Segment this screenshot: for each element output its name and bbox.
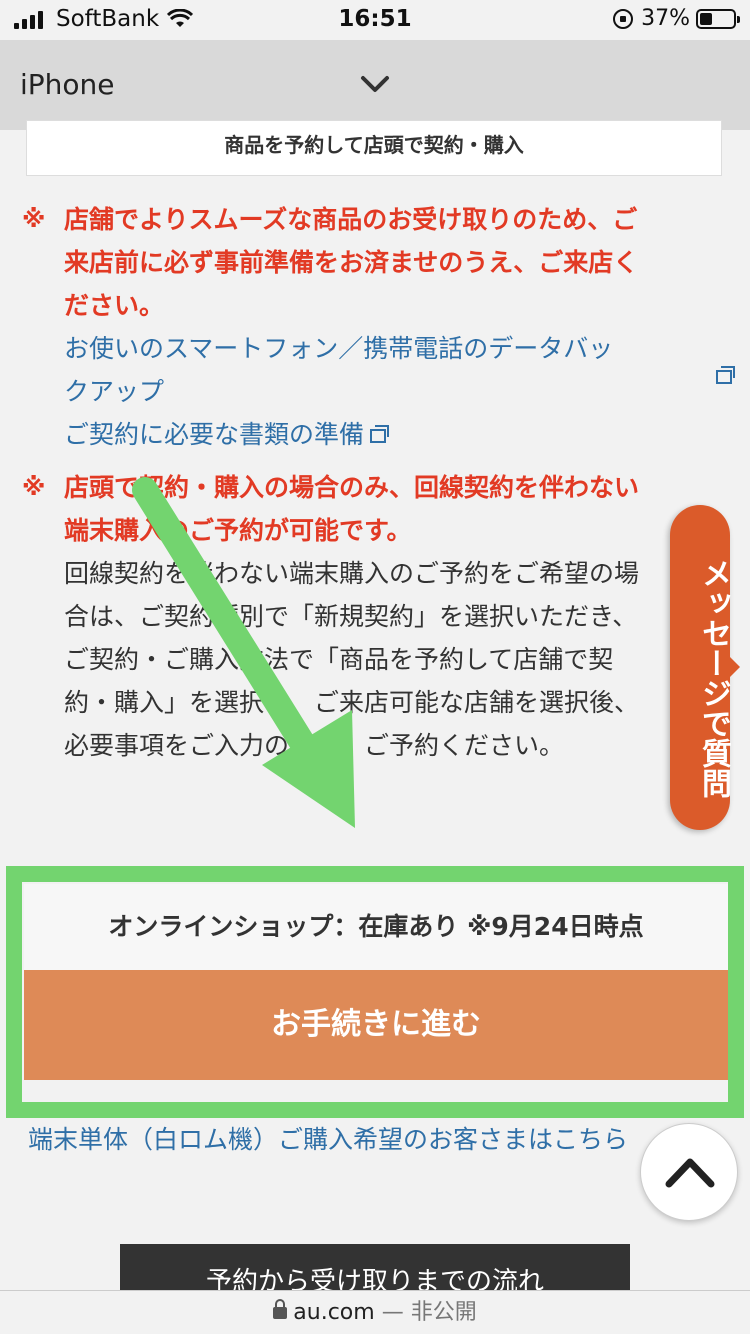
- notice-body: 回線契約を伴わない端末購入のご予約をご希望の場 合は、ご契約種別で「新規契約」を…: [22, 552, 722, 767]
- page-title: iPhone: [20, 68, 115, 101]
- body-line: ご契約・ご購入方法で「商品を予約して店舗で契: [64, 645, 614, 674]
- lock-icon: [273, 1299, 288, 1319]
- notice-line: 店舗でよりスムーズな商品のお受け取りのため、ご: [64, 205, 638, 234]
- notice-text: 店舗でよりスムーズな商品のお受け取りのため、ご 来店前に必ず事前準備をお済ませの…: [22, 198, 722, 327]
- notice-line: ださい。: [64, 291, 165, 320]
- chevron-down-icon[interactable]: [360, 74, 390, 94]
- url-bar[interactable]: au.com — 非公開: [0, 1290, 750, 1334]
- device-only-purchase-link[interactable]: 端末単体（白ロム機）ご購入希望のお客さまはこちら: [28, 1120, 728, 1160]
- body-line: 必要事項をご入力のうえ、ご予約ください。: [64, 731, 565, 760]
- external-link-icon: [370, 425, 390, 443]
- notice-text: 店頭で契約・購入の場合のみ、回線契約を伴わない 端末購入のご予約が可能です。: [22, 466, 722, 552]
- stock-status: オンラインショップ：在庫あり ※9月24日時点: [24, 884, 728, 970]
- link-label: 端末単体（白ロム機）ご購入希望のお客さまはこちら: [28, 1125, 629, 1154]
- battery-icon: [696, 8, 740, 29]
- notice-mark: ※: [22, 205, 46, 233]
- status-right: 37%: [613, 6, 740, 31]
- scroll-to-top-button[interactable]: [640, 1123, 738, 1221]
- proceed-button[interactable]: お手続きに進む: [24, 970, 728, 1080]
- option-label: 商品を予約して店頭で契約・購入: [224, 133, 524, 157]
- notice-preparation: ※ 店舗でよりスムーズな商品のお受け取りのため、ご 来店前に必ず事前準備をお済ま…: [22, 198, 722, 456]
- notice-line: 来店前に必ず事前準備をお済ませのうえ、ご来店く: [64, 248, 639, 277]
- product-header[interactable]: iPhone: [0, 40, 750, 130]
- notice-line: 端末購入のご予約が可能です。: [64, 516, 412, 545]
- status-bar: SoftBank 16:51 37%: [0, 0, 750, 40]
- link-label: ご契約に必要な書類の準備: [64, 420, 365, 449]
- url-privacy-status: 非公開: [410, 1300, 477, 1325]
- required-documents-link[interactable]: ご契約に必要な書類の準備: [64, 413, 722, 456]
- purchase-method-option[interactable]: 商品を予約して店頭で契約・購入: [26, 120, 722, 176]
- external-link-icon: [716, 366, 735, 384]
- rotation-lock-icon: [613, 8, 634, 29]
- data-backup-link[interactable]: お使いのスマートフォン／携帯電話のデータバッ クアップ: [64, 327, 722, 413]
- notice-line: 店頭で契約・購入の場合のみ、回線契約を伴わない: [64, 473, 640, 502]
- link-line: お使いのスマートフォン／携帯電話のデータバッ: [64, 334, 614, 363]
- notice-mark: ※: [22, 473, 46, 501]
- body-line: 合は、ご契約種別で「新規契約」を選択いただき、: [64, 602, 638, 631]
- url-domain: au.com: [293, 1300, 375, 1325]
- tab-pointer: [728, 655, 740, 679]
- battery-percent: 37%: [641, 6, 690, 31]
- body-line: 約・購入」を選択し、ご来店可能な店舗を選択後、: [64, 688, 640, 717]
- body-line: 回線契約を伴わない端末購入のご予約をご希望の場: [64, 559, 640, 588]
- link-line: クアップ: [64, 377, 165, 406]
- url-separator: —: [381, 1300, 404, 1325]
- notice-device-only: ※ 店頭で契約・購入の場合のみ、回線契約を伴わない 端末購入のご予約が可能です。…: [22, 466, 722, 767]
- chevron-up-icon: [665, 1158, 715, 1188]
- message-question-tab[interactable]: メッセージで質問: [670, 505, 731, 830]
- notice-links: お使いのスマートフォン／携帯電話のデータバッ クアップ ご契約に必要な書類の準備: [22, 327, 722, 456]
